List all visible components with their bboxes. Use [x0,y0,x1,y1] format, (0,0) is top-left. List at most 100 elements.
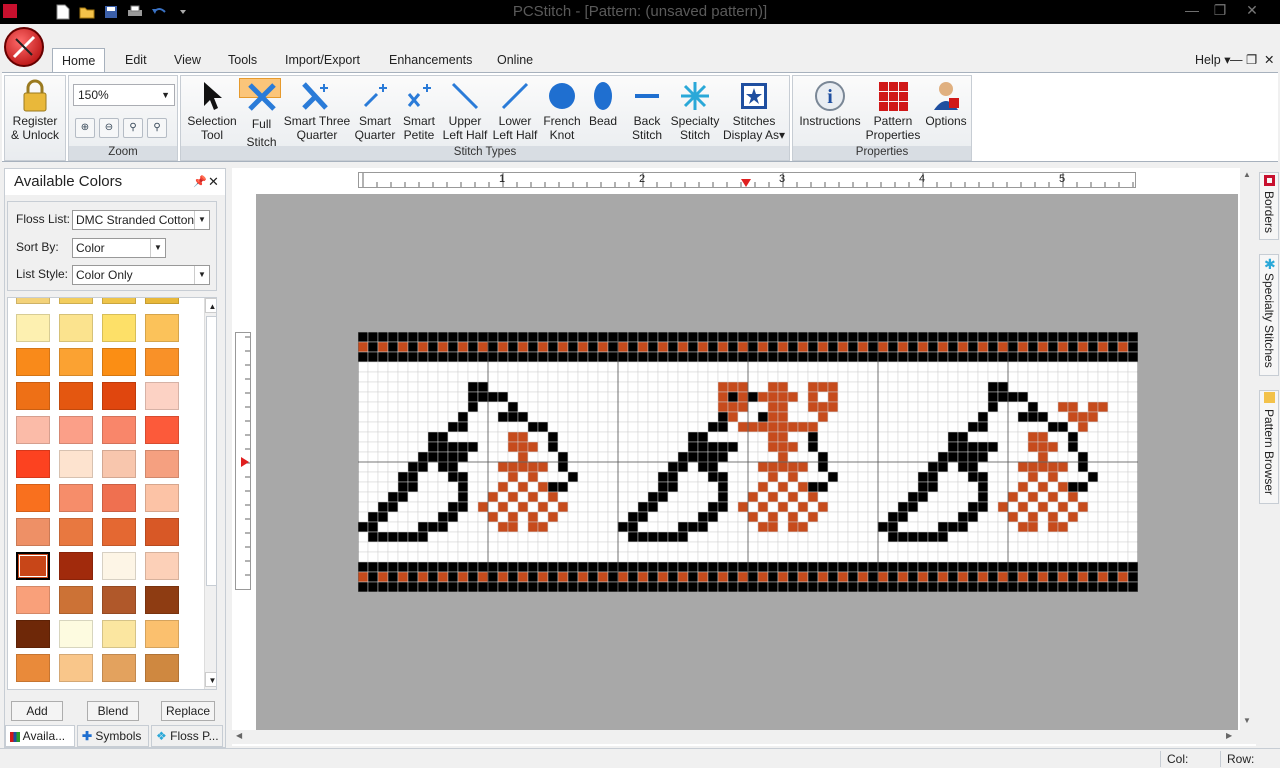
stitch-cell[interactable] [737,441,749,453]
stitch-cell[interactable] [797,401,809,413]
stitch-cell[interactable] [817,571,829,583]
stitch-cell[interactable] [1007,431,1019,443]
stitch-cell[interactable] [897,531,909,543]
stitch-cell[interactable] [617,411,629,423]
stitch-cell[interactable] [667,341,679,353]
stitch-cell[interactable] [367,371,379,383]
stitch-cell[interactable] [617,501,629,513]
stitch-cell[interactable] [727,561,739,573]
stitch-cell[interactable] [677,471,689,483]
stitch-cell[interactable] [647,561,659,573]
stitch-cell[interactable] [407,481,419,493]
stitch-cell[interactable] [777,441,789,453]
stitch-cell[interactable] [657,391,669,403]
stitch-cell[interactable] [697,511,709,523]
stitch-cell[interactable] [727,481,739,493]
stitch-cell[interactable] [377,411,389,423]
stitch-cell[interactable] [657,371,669,383]
stitch-cell[interactable] [537,501,549,513]
stitch-cell[interactable] [597,471,609,483]
stitch-cell[interactable] [627,421,639,433]
stitch-cell[interactable] [577,511,589,523]
stitch-cell[interactable] [557,501,569,513]
stitch-cell[interactable] [1037,411,1049,423]
stitch-cell[interactable] [897,421,909,433]
stitch-cell[interactable] [1077,561,1089,573]
stitch-cell[interactable] [767,581,779,593]
stitch-cell[interactable] [677,451,689,463]
stitch-cell[interactable] [367,461,379,473]
stitch-cell[interactable] [907,351,919,363]
stitch-cell[interactable] [807,511,819,523]
stitch-cell[interactable] [517,391,529,403]
stitch-cell[interactable] [1037,371,1049,383]
stitch-cell[interactable] [667,501,679,513]
stitch-cell[interactable] [1117,541,1129,553]
stitch-cell[interactable] [857,531,869,543]
stitch-cell[interactable] [817,371,829,383]
stitch-cell[interactable] [617,391,629,403]
stitch-cell[interactable] [1057,411,1069,423]
color-swatch[interactable] [145,314,179,342]
stitch-cell[interactable] [407,471,419,483]
stitch-cell[interactable] [1067,521,1079,533]
stitch-cell[interactable] [717,471,729,483]
stitch-cell[interactable] [577,461,589,473]
stitch-cell[interactable] [1017,401,1029,413]
stitch-cell[interactable] [957,391,969,403]
stitch-cell[interactable] [667,461,679,473]
stitch-cell[interactable] [647,531,659,543]
stitch-cell[interactable] [797,471,809,483]
stitch-cell[interactable] [797,561,809,573]
stitch-cell[interactable] [637,521,649,533]
stitch-cell[interactable] [557,331,569,343]
stitch-cell[interactable] [577,541,589,553]
stitch-cell[interactable] [827,581,839,593]
stitch-cell[interactable] [597,441,609,453]
stitch-cell[interactable] [557,371,569,383]
stitch-cell[interactable] [377,521,389,533]
stitch-cell[interactable] [857,391,869,403]
stitch-cell[interactable] [407,541,419,553]
stitch-cell[interactable] [577,421,589,433]
stitch-cell[interactable] [417,391,429,403]
stitch-cell[interactable] [837,401,849,413]
stitch-cell[interactable] [797,441,809,453]
stitch-cell[interactable] [427,571,439,583]
stitch-cell[interactable] [847,341,859,353]
stitch-cell[interactable] [817,541,829,553]
stitch-cell[interactable] [407,431,419,443]
stitch-cell[interactable] [447,491,459,503]
zoom-actual-icon[interactable]: ⚲ [147,118,167,138]
stitch-cell[interactable] [1017,341,1029,353]
stitch-cell[interactable] [787,561,799,573]
stitch-cell[interactable] [957,421,969,433]
stitch-cell[interactable] [607,481,619,493]
stitch-cell[interactable] [797,421,809,433]
stitch-cell[interactable] [747,331,759,343]
stitch-cell[interactable] [877,471,889,483]
stitch-cell[interactable] [957,511,969,523]
stitch-cell[interactable] [1077,441,1089,453]
stitch-cell[interactable] [467,531,479,543]
stitch-cell[interactable] [457,541,469,553]
stitch-cell[interactable] [657,341,669,353]
stitch-cell[interactable] [947,421,959,433]
stitch-cell[interactable] [987,351,999,363]
stitch-cell[interactable] [767,341,779,353]
stitch-cell[interactable] [587,371,599,383]
stitch-cell[interactable] [377,371,389,383]
stitch-cell[interactable] [437,371,449,383]
stitch-cell[interactable] [457,361,469,373]
stitch-cell[interactable] [837,571,849,583]
stitch-cell[interactable] [997,471,1009,483]
stitch-cell[interactable] [407,351,419,363]
stitch-cell[interactable] [877,571,889,583]
stitch-cell[interactable] [467,461,479,473]
stitch-cell[interactable] [947,361,959,373]
stitch-cell[interactable] [967,581,979,593]
stitch-cell[interactable] [517,341,529,353]
stitch-cell[interactable] [1127,561,1139,573]
stitch-cell[interactable] [557,431,569,443]
stitch-cell[interactable] [1087,521,1099,533]
